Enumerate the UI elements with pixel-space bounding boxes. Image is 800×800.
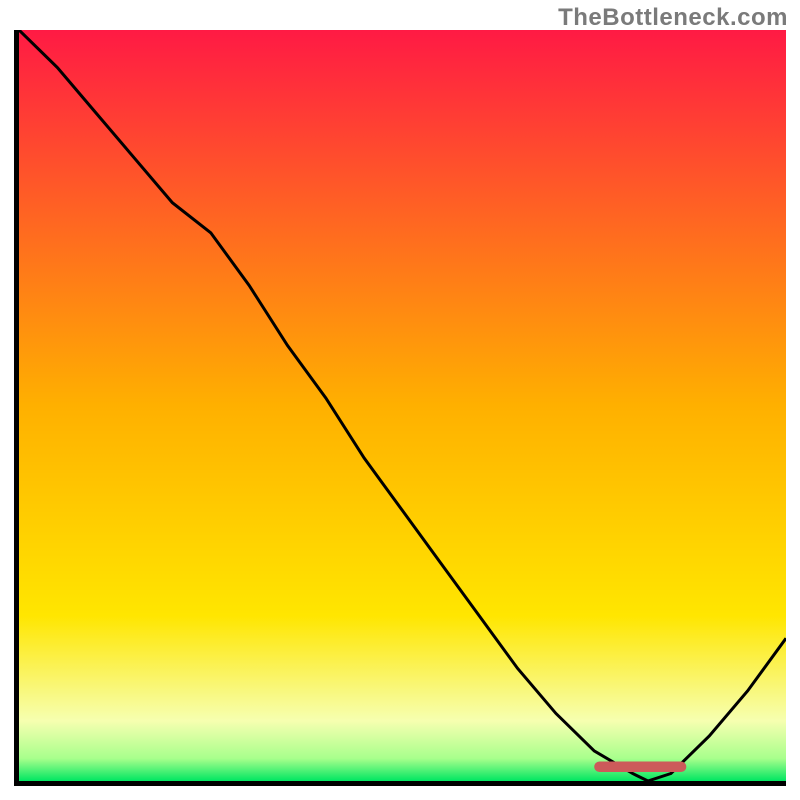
- watermark-text: TheBottleneck.com: [558, 4, 788, 32]
- chart-svg: [19, 30, 786, 781]
- plot-area: [14, 30, 786, 786]
- gradient-background: [19, 30, 786, 781]
- chart-frame: TheBottleneck.com: [0, 0, 800, 800]
- optimum-marker: [594, 761, 686, 772]
